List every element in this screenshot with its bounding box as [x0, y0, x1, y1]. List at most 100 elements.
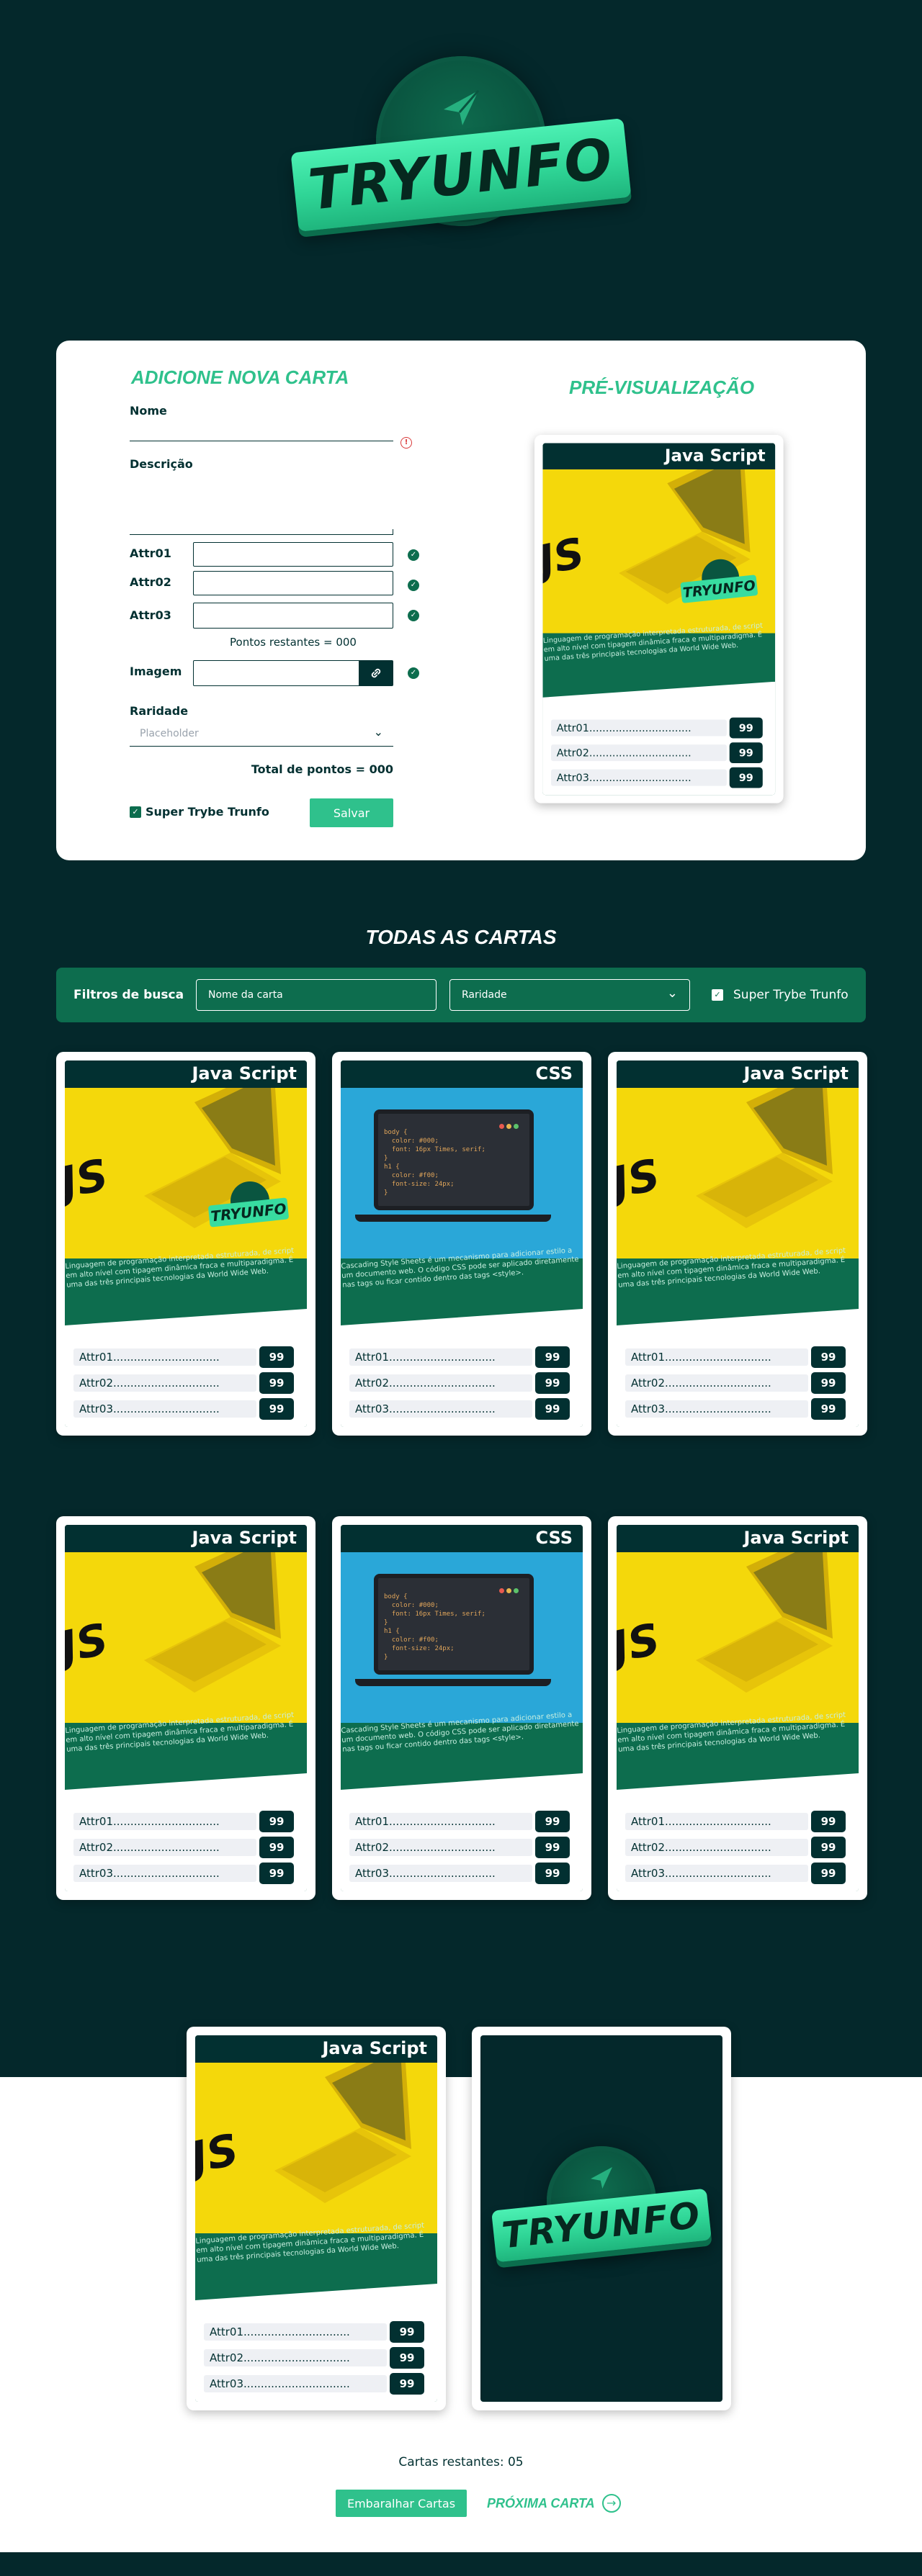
code-line: body { [384, 1593, 408, 1600]
attr-row: Attr03............................... 99 [204, 2373, 429, 2395]
rarity-label: Raridade [130, 704, 189, 718]
attr-label: Attr01............................... [204, 2323, 387, 2341]
attr3-label: Attr03 [130, 608, 171, 622]
attr-value: 99 [811, 1372, 846, 1394]
super-trunfo-filter-label: Super Trybe Trunfo [733, 988, 849, 1002]
footer-strip [0, 2552, 922, 2576]
check-circle-icon: ✓ [408, 667, 419, 679]
preview-title: PRÉ-VISUALIZAÇÃO [569, 377, 755, 398]
attr3-input[interactable] [193, 603, 393, 629]
attr-value: 99 [535, 1372, 570, 1394]
preview-card: Java Script JS TRYUNFO Linguagem de program… [534, 435, 784, 803]
attr-row: Attr03............................... 99 [625, 1398, 850, 1420]
card[interactable]: CSS body { color: #000; font: 16px Times,… [332, 1516, 591, 1900]
name-filter-placeholder: Nome da carta [208, 989, 283, 1001]
next-card-button[interactable]: PRÓXIMA CARTA → [487, 2492, 621, 2514]
attr-label: Attr03............................... [73, 1865, 256, 1882]
rocket-icon [591, 2167, 612, 2189]
attr-value: 99 [259, 1372, 294, 1394]
attr-value: 99 [811, 1863, 846, 1884]
attr-row: Attr01............................... 99 [625, 1346, 850, 1368]
attr-value: 99 [811, 1837, 846, 1858]
card-title-bar: Java Script [65, 1525, 307, 1552]
attr-label: Attr01............................... [625, 1813, 808, 1830]
card-name: CSS [535, 1528, 573, 1548]
code-line: } [384, 1619, 388, 1626]
card-image: JS [617, 1552, 859, 1723]
super-trunfo-checkbox[interactable]: ✓ [130, 806, 141, 818]
card-name: Java Script [743, 1063, 849, 1084]
attr-label: Attr03............................... [73, 1400, 256, 1418]
attr1-input[interactable] [193, 542, 393, 567]
attr-value: 99 [535, 1863, 570, 1884]
arrow-right-circle-icon: → [601, 2494, 621, 2513]
attr-label: Attr02............................... [349, 1374, 532, 1392]
attr-row: Attr03............................... 99 [349, 1863, 574, 1884]
attr-row: Attr02............................... 99 [204, 2347, 429, 2369]
card-name: Java Script [322, 2038, 427, 2058]
rarity-select[interactable]: Placeholder ⌄ [130, 721, 393, 747]
attr2-input[interactable] [193, 571, 393, 595]
attr-value: 99 [729, 767, 763, 788]
attr-label: Attr02............................... [551, 744, 727, 762]
attr-row: Attr01............................... 99 [551, 717, 767, 739]
shuffle-button[interactable]: Embaralhar Cartas [336, 2490, 467, 2517]
card-image: JS [195, 2063, 437, 2233]
card[interactable]: Java Script JS Linguagem de programação in… [56, 1516, 315, 1900]
attr-row: Attr02............................... 99 [73, 1837, 298, 1858]
card[interactable]: CSS body { color: #000; font: 16px Times,… [332, 1052, 591, 1436]
rarity-filter-select[interactable]: Raridade ⌄ [449, 979, 690, 1011]
card-title-bar: CSS [341, 1525, 583, 1552]
code-line: h1 { [384, 1628, 400, 1635]
code-line: font-size: 24px; [384, 1645, 455, 1652]
attr-label: Attr03............................... [625, 1865, 808, 1882]
attr-label: Attr02............................... [625, 1839, 808, 1856]
attr1-label: Attr01 [130, 546, 171, 560]
check-circle-icon: ✓ [408, 549, 419, 561]
attr-label: Attr02............................... [73, 1839, 256, 1856]
card[interactable]: Java Script JS Linguagem de programação in… [608, 1516, 867, 1900]
current-card: Java Script JS Linguagem de programação in… [187, 2027, 446, 2410]
card-attributes: Attr01............................... 99 A… [341, 1773, 583, 1891]
check-circle-icon: ✓ [408, 610, 419, 621]
description-textarea[interactable] [130, 473, 393, 535]
code-line: color: #f00; [384, 1172, 439, 1179]
attr-value: 99 [811, 1811, 846, 1832]
link-button[interactable] [359, 660, 393, 686]
logo-text: TRYUNFO [305, 127, 617, 223]
total-points: Total de pontos = 000 [251, 762, 393, 776]
card-attributes: Attr01............................... 99 A… [617, 1773, 859, 1891]
attr-value: 99 [259, 1811, 294, 1832]
attr-value: 99 [535, 1398, 570, 1420]
attr-value: 99 [390, 2347, 424, 2369]
warning-icon: ! [400, 437, 412, 449]
filter-label: Filtros de busca [73, 988, 184, 1002]
attr-label: Attr01............................... [73, 1348, 256, 1366]
attr-row: Attr03............................... 99 [625, 1863, 850, 1884]
image-url-input[interactable] [193, 660, 362, 686]
card[interactable]: Java Script JS Linguagem de programação in… [608, 1052, 867, 1436]
card[interactable]: Java Script JS TRYUNFO Linguagem de program… [56, 1052, 315, 1436]
code-line: h1 { [384, 1163, 400, 1171]
card-image: JS [65, 1552, 307, 1723]
name-input[interactable] [130, 420, 393, 441]
attr-label: Attr01............................... [625, 1348, 808, 1366]
code-line: font: 16px Times, serif; [384, 1611, 485, 1618]
remaining-cards: Cartas restantes: 05 [398, 2455, 524, 2469]
card-name: CSS [535, 1063, 573, 1084]
card-image: JS TRYUNFO [65, 1088, 307, 1258]
code-line: body { [384, 1129, 408, 1136]
code-line: color: #000; [384, 1138, 439, 1145]
rarity-filter-value: Raridade [462, 989, 507, 1001]
attr-value: 99 [535, 1811, 570, 1832]
next-card-label: PRÓXIMA CARTA [487, 2495, 595, 2510]
super-trunfo-filter-checkbox[interactable]: ✓ [712, 989, 723, 1001]
name-filter-input[interactable]: Nome da carta [196, 979, 437, 1011]
attr-row: Attr01............................... 99 [204, 2321, 429, 2343]
save-button[interactable]: Salvar [310, 798, 393, 827]
attr-label: Attr03............................... [625, 1400, 808, 1418]
attr-row: Attr03............................... 99 [349, 1398, 574, 1420]
attr-value: 99 [259, 1863, 294, 1884]
resize-handle-icon[interactable] [388, 529, 393, 535]
attr-row: Attr02............................... 99 [625, 1372, 850, 1394]
